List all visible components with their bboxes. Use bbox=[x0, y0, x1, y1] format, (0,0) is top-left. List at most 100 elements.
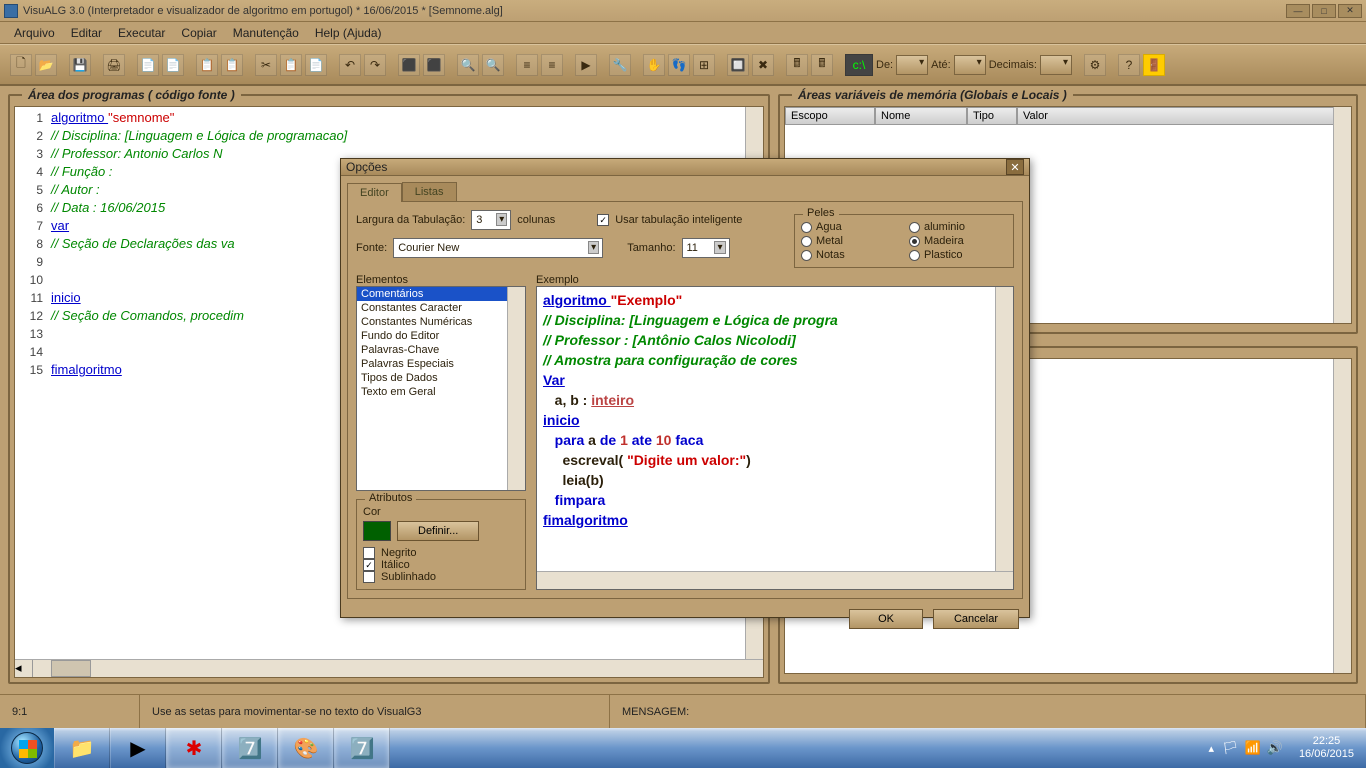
decimais-combo[interactable] bbox=[1040, 55, 1072, 75]
v-scrollbar[interactable] bbox=[995, 287, 1013, 589]
tab-listas[interactable]: Listas bbox=[402, 182, 457, 201]
list-item[interactable]: Constantes Numéricas bbox=[357, 315, 525, 329]
paste-icon[interactable]: 📄 bbox=[305, 54, 327, 76]
tool-icon[interactable]: ≡ bbox=[516, 54, 538, 76]
sublinhado-checkbox[interactable] bbox=[363, 571, 375, 583]
flag-icon[interactable]: 🏳 bbox=[1222, 740, 1239, 756]
dialog-title: Opções bbox=[346, 160, 387, 174]
elementos-listbox[interactable]: Comentários Constantes Caracter Constant… bbox=[356, 286, 526, 491]
list-item[interactable]: Palavras Especiais bbox=[357, 357, 525, 371]
menu-executar[interactable]: Executar bbox=[110, 24, 173, 42]
maximize-button[interactable]: □ bbox=[1312, 4, 1336, 18]
tool-icon[interactable]: 🔧 bbox=[609, 54, 631, 76]
tray-chevron-icon[interactable]: ▴ bbox=[1209, 742, 1215, 755]
de-combo[interactable] bbox=[896, 55, 928, 75]
list-item[interactable]: Constantes Caracter bbox=[357, 301, 525, 315]
tool-icon[interactable]: 🖩 bbox=[811, 54, 833, 76]
cancel-button[interactable]: Cancelar bbox=[933, 609, 1019, 629]
task-app1[interactable]: ✱ bbox=[166, 728, 222, 768]
fonte-combo[interactable]: Courier New bbox=[393, 238, 603, 258]
minimize-button[interactable]: — bbox=[1286, 4, 1310, 18]
exit-icon[interactable]: 🚪 bbox=[1143, 54, 1165, 76]
undo-icon[interactable]: ↶ bbox=[339, 54, 361, 76]
v-scrollbar[interactable] bbox=[1333, 107, 1351, 323]
usar-tab-checkbox[interactable] bbox=[597, 214, 609, 226]
tool-icon[interactable]: ⬛ bbox=[423, 54, 445, 76]
task-app2[interactable]: 7️⃣ bbox=[222, 728, 278, 768]
tool-icon[interactable]: ⊞ bbox=[693, 54, 715, 76]
h-scrollbar[interactable] bbox=[537, 571, 1013, 589]
open-icon[interactable]: 📂 bbox=[35, 54, 57, 76]
tool-icon[interactable]: ✖ bbox=[752, 54, 774, 76]
list-item[interactable]: Fundo do Editor bbox=[357, 329, 525, 343]
tool-icon[interactable]: 👣 bbox=[668, 54, 690, 76]
radio-notas[interactable] bbox=[801, 250, 812, 261]
radio-agua[interactable] bbox=[801, 222, 812, 233]
network-icon[interactable]: 📶 bbox=[1245, 740, 1261, 756]
tool-icon[interactable]: 📋 bbox=[196, 54, 218, 76]
tool-icon[interactable]: ✋ bbox=[643, 54, 665, 76]
tool-icon[interactable]: 📄 bbox=[137, 54, 159, 76]
tool-icon[interactable]: 🔍 bbox=[482, 54, 504, 76]
close-button[interactable]: ✕ bbox=[1338, 4, 1362, 18]
new-icon[interactable]: 🗋 bbox=[10, 54, 32, 76]
volume-icon[interactable]: 🔊 bbox=[1267, 740, 1283, 756]
radio-madeira[interactable] bbox=[909, 236, 920, 247]
tool-icon[interactable]: ⬛ bbox=[398, 54, 420, 76]
task-paint[interactable]: 🎨 bbox=[278, 728, 334, 768]
task-media[interactable]: ▶ bbox=[110, 728, 166, 768]
ate-combo[interactable] bbox=[954, 55, 986, 75]
help-icon[interactable]: ? bbox=[1118, 54, 1140, 76]
v-scrollbar[interactable] bbox=[1333, 359, 1351, 673]
decimais-label: Decimais: bbox=[989, 59, 1037, 71]
col-valor[interactable]: Valor bbox=[1017, 107, 1351, 125]
task-app3[interactable]: 7️⃣ bbox=[334, 728, 390, 768]
cursor-pos: 9:1 bbox=[0, 695, 140, 728]
v-scrollbar[interactable] bbox=[507, 287, 525, 490]
largura-combo[interactable]: 3 bbox=[471, 210, 511, 230]
redo-icon[interactable]: ↷ bbox=[364, 54, 386, 76]
dialog-close-button[interactable]: ✕ bbox=[1006, 159, 1024, 175]
radio-plastico[interactable] bbox=[909, 250, 920, 261]
color-swatch[interactable] bbox=[363, 521, 391, 541]
print-icon[interactable]: 🖨 bbox=[103, 54, 125, 76]
save-icon[interactable]: 💾 bbox=[69, 54, 91, 76]
negrito-checkbox[interactable] bbox=[363, 547, 375, 559]
col-nome[interactable]: Nome bbox=[875, 107, 967, 125]
italico-checkbox[interactable] bbox=[363, 559, 375, 571]
radio-aluminio[interactable] bbox=[909, 222, 920, 233]
tab-editor[interactable]: Editor bbox=[347, 183, 402, 202]
tamanho-combo[interactable]: 11 bbox=[682, 238, 730, 258]
menu-help[interactable]: Help (Ajuda) bbox=[307, 24, 390, 42]
tool-icon[interactable]: 📋 bbox=[221, 54, 243, 76]
dos-icon[interactable]: c:\ bbox=[845, 54, 873, 76]
h-scrollbar[interactable]: ◂ bbox=[15, 659, 763, 677]
ok-button[interactable]: OK bbox=[849, 609, 923, 629]
col-tipo[interactable]: Tipo bbox=[967, 107, 1017, 125]
menu-arquivo[interactable]: Arquivo bbox=[6, 24, 63, 42]
radio-metal[interactable] bbox=[801, 236, 812, 247]
list-item[interactable]: Tipos de Dados bbox=[357, 371, 525, 385]
copy-icon[interactable]: 📋 bbox=[280, 54, 302, 76]
tool-icon[interactable]: 📄 bbox=[162, 54, 184, 76]
definir-button[interactable]: Definir... bbox=[397, 521, 479, 541]
list-item[interactable]: Texto em Geral bbox=[357, 385, 525, 399]
menu-copiar[interactable]: Copiar bbox=[173, 24, 224, 42]
tool-icon[interactable]: 🔲 bbox=[727, 54, 749, 76]
find-icon[interactable]: 🔍 bbox=[457, 54, 479, 76]
menu-manutencao[interactable]: Manutenção bbox=[225, 24, 307, 42]
settings-icon[interactable]: ⚙ bbox=[1084, 54, 1106, 76]
clock[interactable]: 22:25 16/06/2015 bbox=[1291, 735, 1362, 761]
tool-icon[interactable]: ≡ bbox=[541, 54, 563, 76]
col-escopo[interactable]: Escopo bbox=[785, 107, 875, 125]
task-explorer[interactable]: 📁 bbox=[54, 728, 110, 768]
list-item[interactable]: Comentários bbox=[357, 287, 525, 301]
cut-icon[interactable]: ✂ bbox=[255, 54, 277, 76]
dialog-titlebar[interactable]: Opções ✕ bbox=[341, 159, 1029, 176]
start-button[interactable] bbox=[0, 728, 54, 768]
menu-editar[interactable]: Editar bbox=[63, 24, 110, 42]
list-item[interactable]: Palavras-Chave bbox=[357, 343, 525, 357]
tool-icon[interactable]: 🖩 bbox=[786, 54, 808, 76]
tool-icon[interactable]: ▶ bbox=[575, 54, 597, 76]
app-icon bbox=[4, 4, 18, 18]
